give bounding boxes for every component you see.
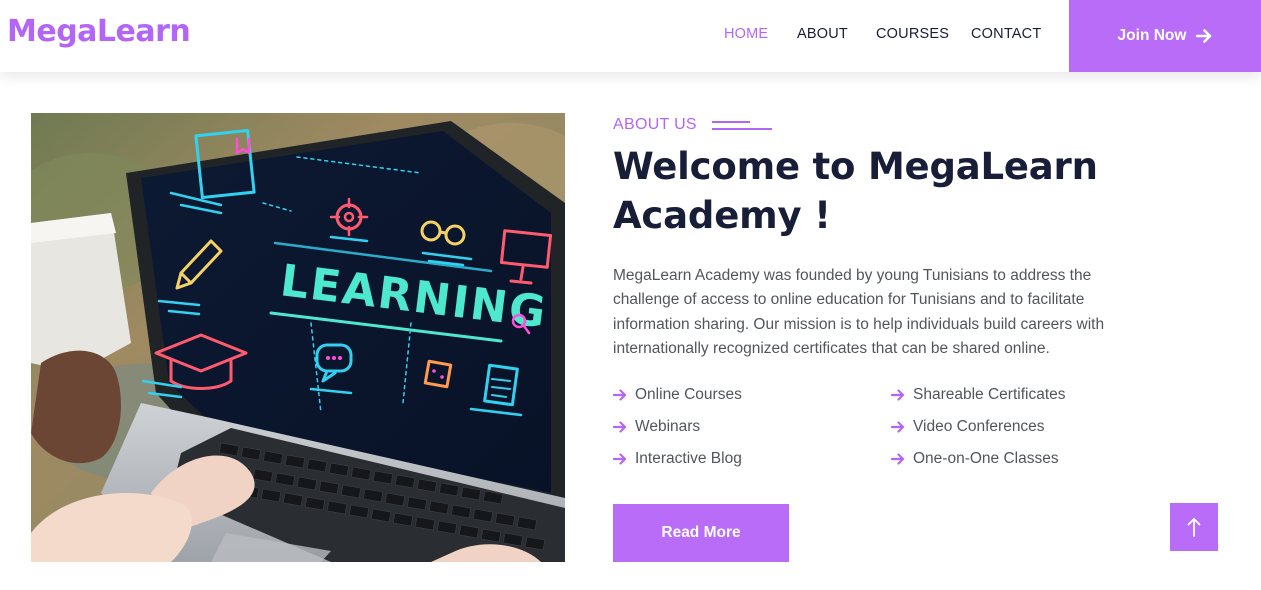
read-more-button[interactable]: Read More xyxy=(613,504,789,562)
join-now-button[interactable]: Join Now xyxy=(1069,0,1261,72)
brand-logo[interactable]: MegaLearn xyxy=(7,14,191,49)
arrow-right-icon xyxy=(891,421,905,433)
feature-item: Video Conferences xyxy=(891,418,1045,436)
feature-label: One-on-One Classes xyxy=(913,450,1059,467)
eyebrow-divider xyxy=(712,119,772,131)
arrow-right-icon xyxy=(613,389,627,401)
join-now-label: Join Now xyxy=(1117,27,1187,44)
feature-list: Online Courses Shareable Certificates We… xyxy=(613,384,1173,484)
back-to-top-button[interactable] xyxy=(1170,503,1218,551)
feature-item: Shareable Certificates xyxy=(891,386,1066,404)
feature-label: Shareable Certificates xyxy=(913,386,1066,403)
title-line-2: Academy ! xyxy=(613,194,831,237)
arrow-up-icon xyxy=(1187,518,1201,537)
feature-label: Online Courses xyxy=(635,386,742,403)
hero-image: LEARNING xyxy=(31,113,565,562)
feature-label: Video Conferences xyxy=(913,418,1045,435)
arrow-right-icon xyxy=(613,421,627,433)
arrow-right-icon xyxy=(613,453,627,465)
feature-label: Webinars xyxy=(635,418,701,435)
nav-home[interactable]: HOME xyxy=(724,26,768,42)
arrow-right-icon xyxy=(1196,29,1212,43)
nav-courses[interactable]: COURSES xyxy=(876,26,949,42)
about-eyebrow: ABOUT US xyxy=(613,116,697,133)
navbar: MegaLearn HOME ABOUT COURSES CONTACT Joi… xyxy=(0,0,1261,72)
arrow-right-icon xyxy=(891,453,905,465)
nav-contact[interactable]: CONTACT xyxy=(971,26,1041,42)
feature-item: Online Courses xyxy=(613,386,742,404)
title-line-1: Welcome to MegaLearn xyxy=(613,145,1098,188)
nav-about[interactable]: ABOUT xyxy=(797,26,848,42)
feature-label: Interactive Blog xyxy=(635,450,742,467)
feature-item: Interactive Blog xyxy=(613,450,742,468)
feature-item: One-on-One Classes xyxy=(891,450,1059,468)
page-title: Welcome to MegaLearn Academy ! xyxy=(613,142,1133,240)
feature-item: Webinars xyxy=(613,418,700,436)
about-description: MegaLearn Academy was founded by young T… xyxy=(613,267,1105,357)
arrow-right-icon xyxy=(891,389,905,401)
